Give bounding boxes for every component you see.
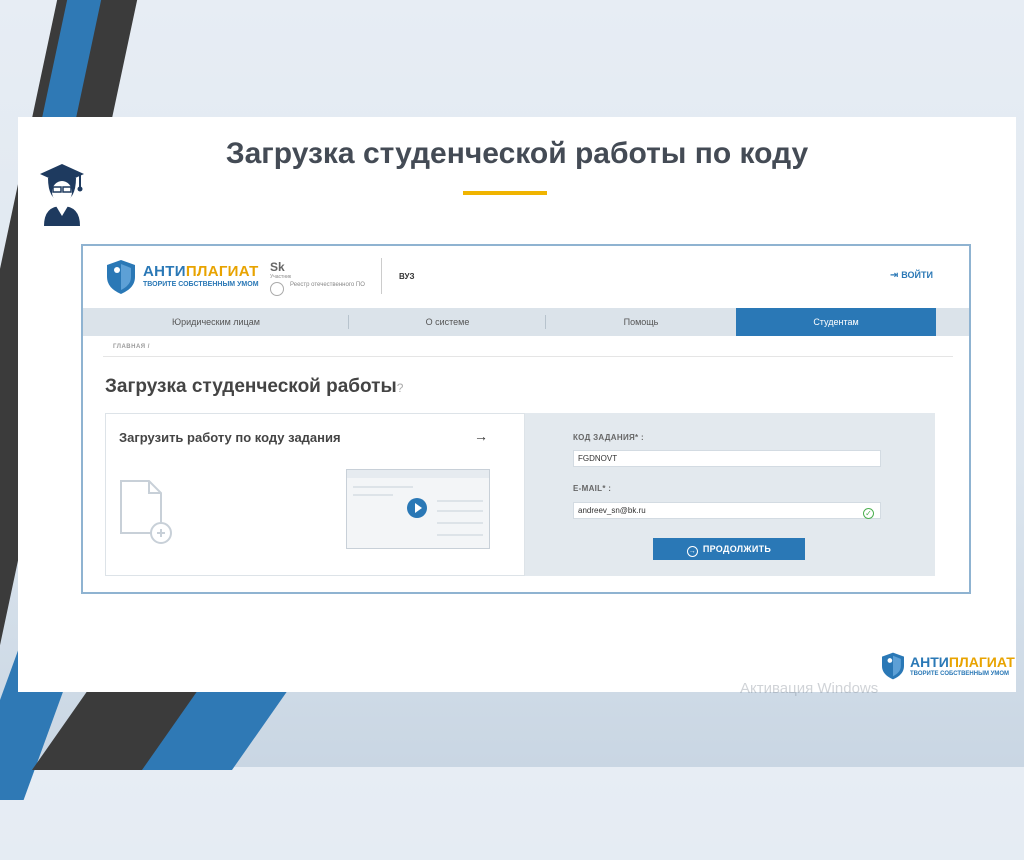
check-icon: ✓ bbox=[863, 508, 874, 519]
skolkovo-badge: Sk Участник Реестр отечественного ПО bbox=[270, 260, 370, 300]
brand-slogan: ТВОРИТЕ СОБСТВЕННЫМ УМОМ bbox=[143, 281, 259, 288]
main-nav: Юридическим лицам О системе Помощь Студе… bbox=[83, 308, 969, 336]
play-icon[interactable] bbox=[407, 498, 427, 518]
breadcrumb[interactable]: ГЛАВНАЯ / bbox=[113, 344, 150, 350]
continue-label: ПРОДОЛЖИТЬ bbox=[702, 544, 772, 554]
arrow-right-icon[interactable]: → bbox=[474, 428, 488, 444]
arrow-circle-icon: → bbox=[686, 546, 698, 557]
title-underline bbox=[463, 191, 547, 195]
code-input[interactable] bbox=[573, 450, 881, 467]
video-line bbox=[437, 534, 483, 536]
video-line bbox=[353, 494, 393, 496]
login-label: ВОЙТИ bbox=[901, 270, 933, 280]
code-form: КОД ЗАДАНИЯ* : E-MAIL* : ✓ → ПРОДОЛЖИТЬ bbox=[525, 413, 935, 576]
video-topbar bbox=[347, 470, 489, 478]
upload-card: Загрузить работу по коду задания → bbox=[105, 413, 525, 576]
slide: Загрузка студенческой работы по коду АНТ… bbox=[18, 117, 1016, 692]
nav-item-students[interactable]: Студентам bbox=[736, 308, 936, 336]
upload-card-title: Загрузить работу по коду задания bbox=[119, 430, 341, 445]
slide-title: Загрузка студенческой работы по коду bbox=[225, 137, 809, 170]
login-link[interactable]: ⇥ ВОЙТИ bbox=[890, 270, 933, 281]
shield-icon bbox=[882, 652, 904, 680]
sk-mark: Sk bbox=[270, 260, 285, 274]
footer-brand-part-2: ПЛАГИАТ bbox=[948, 654, 1015, 670]
footer-slogan: ТВОРИТЕ СОБСТВЕННЫМ УМОМ bbox=[910, 671, 1010, 677]
registry-label: Реестр отечественного ПО bbox=[290, 282, 365, 288]
shield-icon bbox=[107, 260, 135, 294]
brand-name: АНТИПЛАГИАТ bbox=[143, 263, 259, 280]
brand-part-1: АНТИ bbox=[143, 263, 186, 280]
antiplagiat-logo[interactable]: АНТИПЛАГИАТ ТВОРИТЕ СОБСТВЕННЫМ УМОМ bbox=[107, 260, 287, 300]
nav-item-about[interactable]: О системе bbox=[349, 308, 546, 336]
code-label: КОД ЗАДАНИЯ* : bbox=[573, 433, 644, 442]
document-icon bbox=[120, 480, 172, 544]
sk-desc: Участник bbox=[270, 274, 292, 280]
email-label: E-MAIL* : bbox=[573, 484, 612, 493]
footer-brand: АНТИПЛАГИАТ bbox=[910, 654, 1015, 670]
login-icon: ⇥ bbox=[889, 270, 899, 281]
video-preview[interactable] bbox=[346, 469, 490, 549]
vuz-label[interactable]: ВУЗ bbox=[399, 272, 414, 281]
brand-part-2: ПЛАГИАТ bbox=[185, 263, 259, 280]
page-heading: Загрузка студенческой работы? bbox=[105, 376, 403, 398]
footer-logo: АНТИПЛАГИАТ ТВОРИТЕ СОБСТВЕННЫМ УМОМ bbox=[882, 652, 1022, 688]
breadcrumb-divider bbox=[103, 356, 953, 357]
video-line bbox=[353, 486, 413, 488]
video-line bbox=[437, 500, 483, 502]
nav-item-help[interactable]: Помощь bbox=[546, 308, 736, 336]
embedded-screenshot: АНТИПЛАГИАТ ТВОРИТЕ СОБСТВЕННЫМ УМОМ Sk … bbox=[81, 244, 971, 594]
nav-item-legal-entities[interactable]: Юридическим лицам bbox=[83, 308, 349, 336]
page-heading-text: Загрузка студенческой работы bbox=[105, 376, 397, 397]
registry-emblem-icon bbox=[270, 282, 284, 296]
email-input[interactable] bbox=[573, 502, 881, 519]
video-line bbox=[437, 522, 483, 524]
continue-button[interactable]: → ПРОДОЛЖИТЬ bbox=[653, 538, 805, 560]
header-divider bbox=[381, 258, 382, 294]
help-icon[interactable]: ? bbox=[397, 381, 404, 395]
graduate-icon bbox=[40, 164, 84, 226]
footer-brand-part-1: АНТИ bbox=[910, 654, 949, 670]
site-header: АНТИПЛАГИАТ ТВОРИТЕ СОБСТВЕННЫМ УМОМ Sk … bbox=[83, 246, 969, 308]
video-line bbox=[437, 510, 483, 512]
windows-activation-watermark: Активация Windows bbox=[740, 680, 879, 697]
